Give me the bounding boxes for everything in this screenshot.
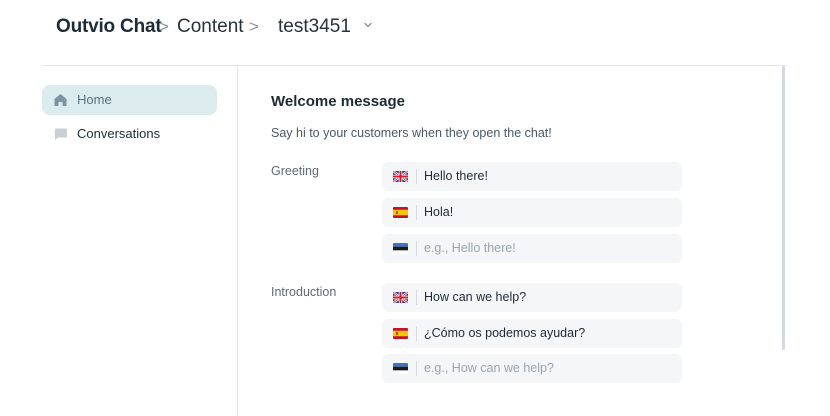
uk-flag-icon <box>393 171 408 182</box>
breadcrumb-separator: > <box>159 17 169 36</box>
introduction-label: Introduction <box>271 285 337 299</box>
chevron-down-icon[interactable] <box>362 19 374 31</box>
flag-divider <box>416 361 417 376</box>
spain-flag-icon <box>393 328 408 339</box>
flag-divider <box>416 205 417 220</box>
sidebar-item-home[interactable]: Home <box>42 85 217 115</box>
header-divider <box>42 65 786 66</box>
breadcrumb-content[interactable]: Content <box>177 15 244 39</box>
input-value[interactable]: Hola! <box>424 205 453 220</box>
greeting-label: Greeting <box>271 164 319 178</box>
breadcrumb-separator: > <box>249 17 259 36</box>
sidebar-item-label: Conversations <box>77 126 161 141</box>
flag-divider <box>416 290 417 305</box>
greeting-input-english[interactable]: Hello there! <box>382 162 682 191</box>
scrollbar[interactable] <box>782 66 785 350</box>
input-value[interactable]: Hello there! <box>424 169 488 184</box>
flag-divider <box>416 326 417 341</box>
breadcrumb-app-name[interactable]: Outvio Chat <box>56 15 162 39</box>
flag-divider <box>416 241 417 256</box>
chat-bubble-icon <box>54 128 67 140</box>
sidebar-item-conversations[interactable]: Conversations <box>42 119 217 149</box>
section-title: Welcome message <box>271 93 405 110</box>
input-placeholder[interactable]: e.g., How can we help? <box>424 361 554 376</box>
sidebar-divider <box>237 66 238 416</box>
input-value[interactable]: How can we help? <box>424 290 526 305</box>
estonia-flag-icon <box>393 363 408 374</box>
greeting-input-estonian[interactable]: e.g., Hello there! <box>382 234 682 263</box>
sidebar-item-label: Home <box>77 92 112 107</box>
shop-selector-label[interactable]: test3451 <box>278 15 351 39</box>
estonia-flag-icon <box>393 243 408 254</box>
spain-flag-icon <box>393 207 408 218</box>
input-value[interactable]: ¿Cómo os podemos ayudar? <box>424 326 585 341</box>
introduction-input-english[interactable]: How can we help? <box>382 283 682 312</box>
flag-divider <box>416 169 417 184</box>
home-icon <box>54 94 67 106</box>
page-header: Outvio Chat > Content > test3451 <box>0 0 830 54</box>
section-description: Say hi to your customers when they open … <box>271 126 552 140</box>
introduction-input-estonian[interactable]: e.g., How can we help? <box>382 354 682 383</box>
uk-flag-icon <box>393 292 408 303</box>
greeting-input-spanish[interactable]: Hola! <box>382 198 682 227</box>
introduction-input-spanish[interactable]: ¿Cómo os podemos ayudar? <box>382 319 682 348</box>
input-placeholder[interactable]: e.g., Hello there! <box>424 241 516 256</box>
